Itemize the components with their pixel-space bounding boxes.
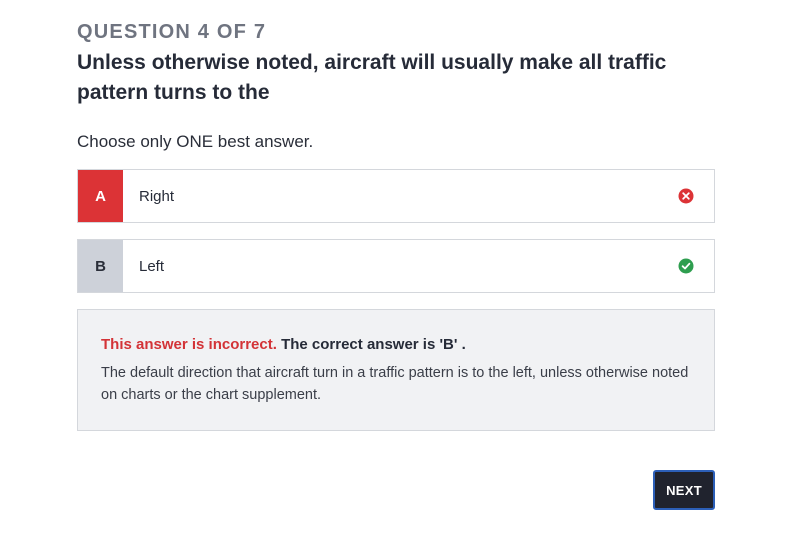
check-circle-icon [658,240,714,292]
question-text: Unless otherwise noted, aircraft will us… [77,51,667,104]
option-label-b: Left [139,257,165,275]
option-letter-b: B [78,240,123,292]
next-button[interactable]: NEXT [653,470,715,510]
feedback-explanation: The default direction that aircraft turn… [101,365,689,403]
answer-feedback-panel: This answer is incorrect. The correct an… [77,309,715,431]
incorrect-label: This answer is incorrect. [101,336,277,353]
feedback-summary: This answer is incorrect. The correct an… [101,334,692,356]
answer-instruction: Choose only ONE best answer. [77,132,314,151]
x-circle-icon [658,170,714,222]
answer-option-a[interactable]: A Right [77,169,715,223]
question-counter: QUESTION 4 OF 7 [77,21,267,43]
option-label-a: Right [139,187,175,205]
option-letter-a: A [78,170,123,222]
question-card: QUESTION 4 OF 7 Unless otherwise noted, … [77,20,715,431]
answer-options: A Right B Left [77,169,715,293]
correct-answer-text: The correct answer is 'B' . [281,336,466,353]
answer-option-b[interactable]: B Left [77,239,715,293]
